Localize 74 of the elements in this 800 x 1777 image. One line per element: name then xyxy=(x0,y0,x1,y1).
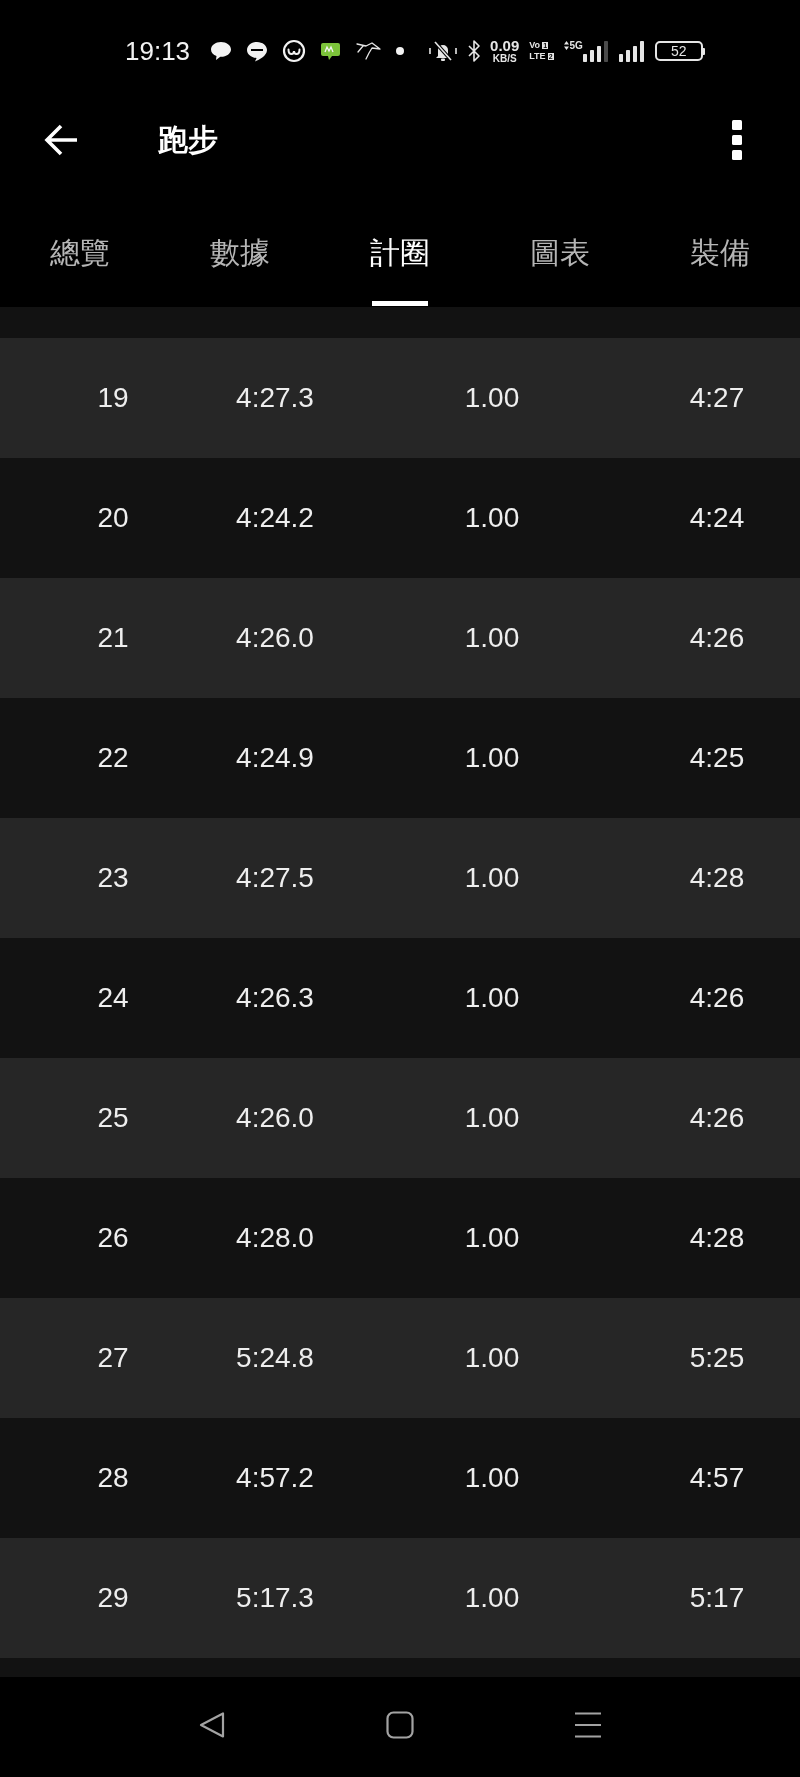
tab[interactable]: 圖表 xyxy=(480,178,640,307)
data-arrows-icon xyxy=(563,41,569,50)
lap-pace: 4:27 xyxy=(689,384,745,412)
lap-pace: 4:26 xyxy=(689,624,745,652)
lap-time: 4:24.9 xyxy=(236,744,314,772)
bird-icon xyxy=(355,41,383,61)
lap-distance: 1.00 xyxy=(464,384,520,412)
lap-number: 22 xyxy=(97,744,129,772)
lap-distance: 1.00 xyxy=(464,1464,520,1492)
notification-dot-icon xyxy=(396,47,405,55)
lap-distance: 1.00 xyxy=(464,864,520,892)
battery-percentage: 52 xyxy=(671,44,687,58)
speech-bubble-icon xyxy=(246,40,269,62)
bell-off-icon xyxy=(428,40,459,62)
more-options-icon[interactable] xyxy=(731,120,743,160)
lap-pace: 5:25 xyxy=(689,1344,745,1372)
lap-time: 4:28.0 xyxy=(236,1224,314,1252)
lap-distance: 1.00 xyxy=(464,504,520,532)
lap-number: 23 xyxy=(97,864,129,892)
lap-distance: 1.00 xyxy=(464,1584,520,1612)
lap-pace: 4:57 xyxy=(689,1464,745,1492)
lap-time: 4:27.5 xyxy=(236,864,314,892)
volte-label: Vo xyxy=(529,41,541,50)
lap-time: 4:27.3 xyxy=(236,384,314,412)
lap-pace: 4:28 xyxy=(689,864,745,892)
lap-pace: 4:24 xyxy=(689,504,745,532)
chat-bubble-icon xyxy=(210,41,233,61)
lap-pace: 4:26 xyxy=(689,1104,745,1132)
lap-distance: 1.00 xyxy=(464,984,520,1012)
lap-number: 28 xyxy=(97,1464,129,1492)
screen-title: 跑步 xyxy=(158,125,218,155)
lap-time: 4:26.0 xyxy=(236,624,314,652)
lap-pace: 5:17 xyxy=(689,1584,745,1612)
network-speed-unit: KB/S xyxy=(492,54,517,64)
lap-distance: 1.00 xyxy=(464,1224,520,1252)
lap-distance: 1.00 xyxy=(464,744,520,772)
chat-bubble-icon xyxy=(320,41,342,61)
lap-distance: 1.00 xyxy=(464,1104,520,1132)
menu-icon[interactable] xyxy=(574,1712,602,1738)
tab-indicator xyxy=(372,301,428,306)
back-arrow-icon[interactable] xyxy=(43,123,79,157)
lap-time: 5:24.8 xyxy=(236,1344,314,1372)
network-speed: 0.09 xyxy=(490,38,520,53)
lte-label: LTE xyxy=(529,52,546,61)
signal-icon xyxy=(582,40,609,62)
lap-number: 25 xyxy=(97,1104,129,1132)
lap-time: 4:24.2 xyxy=(236,504,314,532)
tab[interactable]: 總覽 xyxy=(0,178,160,307)
home-icon[interactable] xyxy=(386,1711,414,1739)
lap-number: 27 xyxy=(97,1344,129,1372)
circle-logo-icon xyxy=(282,39,307,63)
lap-distance: 1.00 xyxy=(464,1344,520,1372)
network-type: 5G xyxy=(569,40,583,51)
tab[interactable]: 裝備 xyxy=(640,178,800,307)
lap-time: 4:57.2 xyxy=(236,1464,314,1492)
lap-number: 19 xyxy=(97,384,129,412)
lap-time: 5:17.3 xyxy=(236,1584,314,1612)
lap-pace: 4:26 xyxy=(689,984,745,1012)
lap-number: 26 xyxy=(97,1224,129,1252)
bluetooth-icon xyxy=(468,40,481,62)
status-time: 19:13 xyxy=(125,38,191,64)
lap-distance: 1.00 xyxy=(464,624,520,652)
signal-icon xyxy=(618,40,645,62)
back-icon[interactable] xyxy=(198,1711,226,1739)
lap-time: 4:26.0 xyxy=(236,1104,314,1132)
lap-pace: 4:28 xyxy=(689,1224,745,1252)
lap-time: 4:26.3 xyxy=(236,984,314,1012)
lap-number: 29 xyxy=(97,1584,129,1612)
lap-pace: 4:25 xyxy=(689,744,745,772)
lap-number: 21 xyxy=(97,624,129,652)
lap-number: 20 xyxy=(97,504,129,532)
tab[interactable]: 計圈 xyxy=(320,178,480,307)
tab[interactable]: 數據 xyxy=(160,178,320,307)
lap-number: 24 xyxy=(97,984,129,1012)
